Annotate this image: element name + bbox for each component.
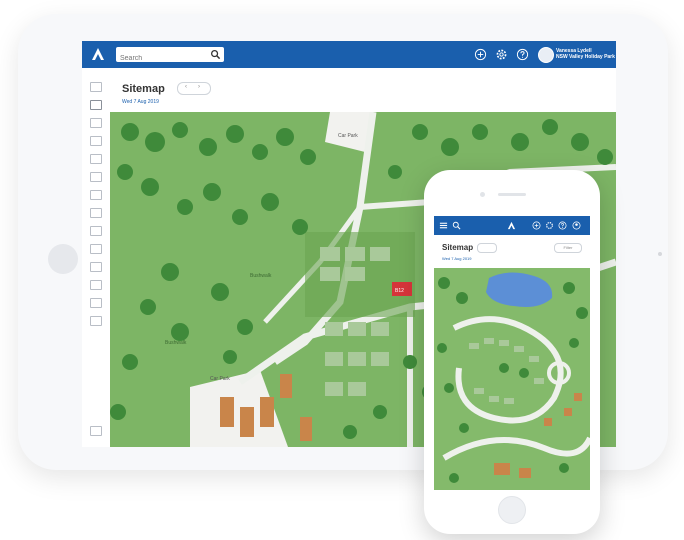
map-label-car-park: Car Park xyxy=(338,133,358,139)
phone-filter-button[interactable]: Filter xyxy=(554,243,582,253)
settings-gear-icon[interactable] xyxy=(495,48,508,61)
site-lot[interactable] xyxy=(325,382,343,396)
prev-day-button[interactable]: ‹ xyxy=(185,84,187,90)
phone-device: Sitemap Filter Wed 7 Aug 2019 xyxy=(424,170,600,534)
tablet-camera xyxy=(658,252,662,256)
phone-date-navigation[interactable] xyxy=(477,243,497,253)
sidebar-reports-icon[interactable] xyxy=(90,172,102,182)
phone-site-map-canvas[interactable] xyxy=(434,268,590,490)
site-lot[interactable] xyxy=(320,267,340,281)
user-organization: NSW Valley Holiday Park xyxy=(556,54,615,60)
site-lot[interactable] xyxy=(345,267,365,281)
site-lot[interactable] xyxy=(325,322,343,336)
app-logo-icon[interactable] xyxy=(507,221,516,230)
help-icon[interactable] xyxy=(516,48,529,61)
site-lot[interactable] xyxy=(371,322,389,336)
sidebar-collapse-icon[interactable] xyxy=(90,426,102,436)
sidebar-payments-icon[interactable] xyxy=(90,208,102,218)
search-box xyxy=(116,47,224,66)
menu-icon[interactable] xyxy=(439,221,448,230)
site-lot[interactable] xyxy=(348,382,366,396)
sidebar-guests-icon[interactable] xyxy=(90,154,102,164)
page-header: Sitemap ‹ › Wed 7 Aug 2019 xyxy=(110,68,616,112)
phone-site-map[interactable] xyxy=(434,268,590,490)
user-avatar-icon[interactable] xyxy=(572,221,581,230)
cabin[interactable] xyxy=(220,397,234,427)
search-input[interactable] xyxy=(116,51,210,66)
sidebar-tags-icon[interactable] xyxy=(90,262,102,272)
search-icon[interactable] xyxy=(452,221,461,230)
sidebar-bookings-icon[interactable] xyxy=(90,118,102,128)
site-lot[interactable] xyxy=(325,352,343,366)
sidebar-documents-icon[interactable] xyxy=(90,226,102,236)
cabin[interactable] xyxy=(260,397,274,427)
settings-gear-icon[interactable] xyxy=(545,221,554,230)
tablet-home-button xyxy=(48,244,78,274)
selected-site-label: B12 xyxy=(395,288,404,294)
sidebar-support-icon[interactable] xyxy=(90,316,102,326)
user-info[interactable]: Vanessa Lydell NSW Valley Holiday Park xyxy=(556,48,615,60)
add-icon[interactable] xyxy=(474,48,487,61)
phone-top-bar xyxy=(434,216,590,235)
map-label-area: Bushwalk xyxy=(165,340,187,346)
current-date[interactable]: Wed 7 Aug 2019 xyxy=(122,99,159,105)
user-avatar[interactable] xyxy=(538,47,554,63)
help-icon[interactable] xyxy=(558,221,567,230)
site-lot[interactable] xyxy=(348,352,366,366)
map-label-area: Bushwalk xyxy=(250,273,272,279)
page-title: Sitemap xyxy=(122,83,165,95)
site-lot[interactable] xyxy=(371,352,389,366)
sidebar-calendar-icon[interactable] xyxy=(90,136,102,146)
next-day-button[interactable]: › xyxy=(198,84,200,90)
search-icon[interactable] xyxy=(210,49,221,60)
sidebar-inbox-icon[interactable] xyxy=(90,190,102,200)
date-navigation: ‹ › xyxy=(177,82,211,95)
app-logo-icon[interactable] xyxy=(89,45,107,63)
sidebar-dashboard-icon[interactable] xyxy=(90,82,102,92)
map-label-car-park: Car Park xyxy=(210,376,230,382)
cabin[interactable] xyxy=(300,417,312,441)
top-bar: Vanessa Lydell NSW Valley Holiday Park xyxy=(82,41,616,68)
cabin[interactable] xyxy=(280,374,292,398)
phone-speaker xyxy=(498,193,526,196)
site-lot[interactable] xyxy=(320,247,340,261)
sidebar xyxy=(82,68,111,447)
phone-page-title: Sitemap xyxy=(442,243,474,252)
site-lot[interactable] xyxy=(370,247,390,261)
site-lot[interactable] xyxy=(345,247,365,261)
phone-current-date[interactable]: Wed 7 Aug 2019 xyxy=(442,256,472,261)
sidebar-settings-icon[interactable] xyxy=(90,280,102,290)
phone-camera xyxy=(480,192,485,197)
phone-home-button xyxy=(498,496,526,524)
add-icon[interactable] xyxy=(532,221,541,230)
sidebar-analytics-icon[interactable] xyxy=(90,244,102,254)
sidebar-notes-icon[interactable] xyxy=(90,298,102,308)
sidebar-sitemap-icon[interactable] xyxy=(90,100,102,110)
phone-screen: Sitemap Filter Wed 7 Aug 2019 xyxy=(434,216,590,490)
site-lot[interactable] xyxy=(348,322,366,336)
cabin[interactable] xyxy=(240,407,254,437)
